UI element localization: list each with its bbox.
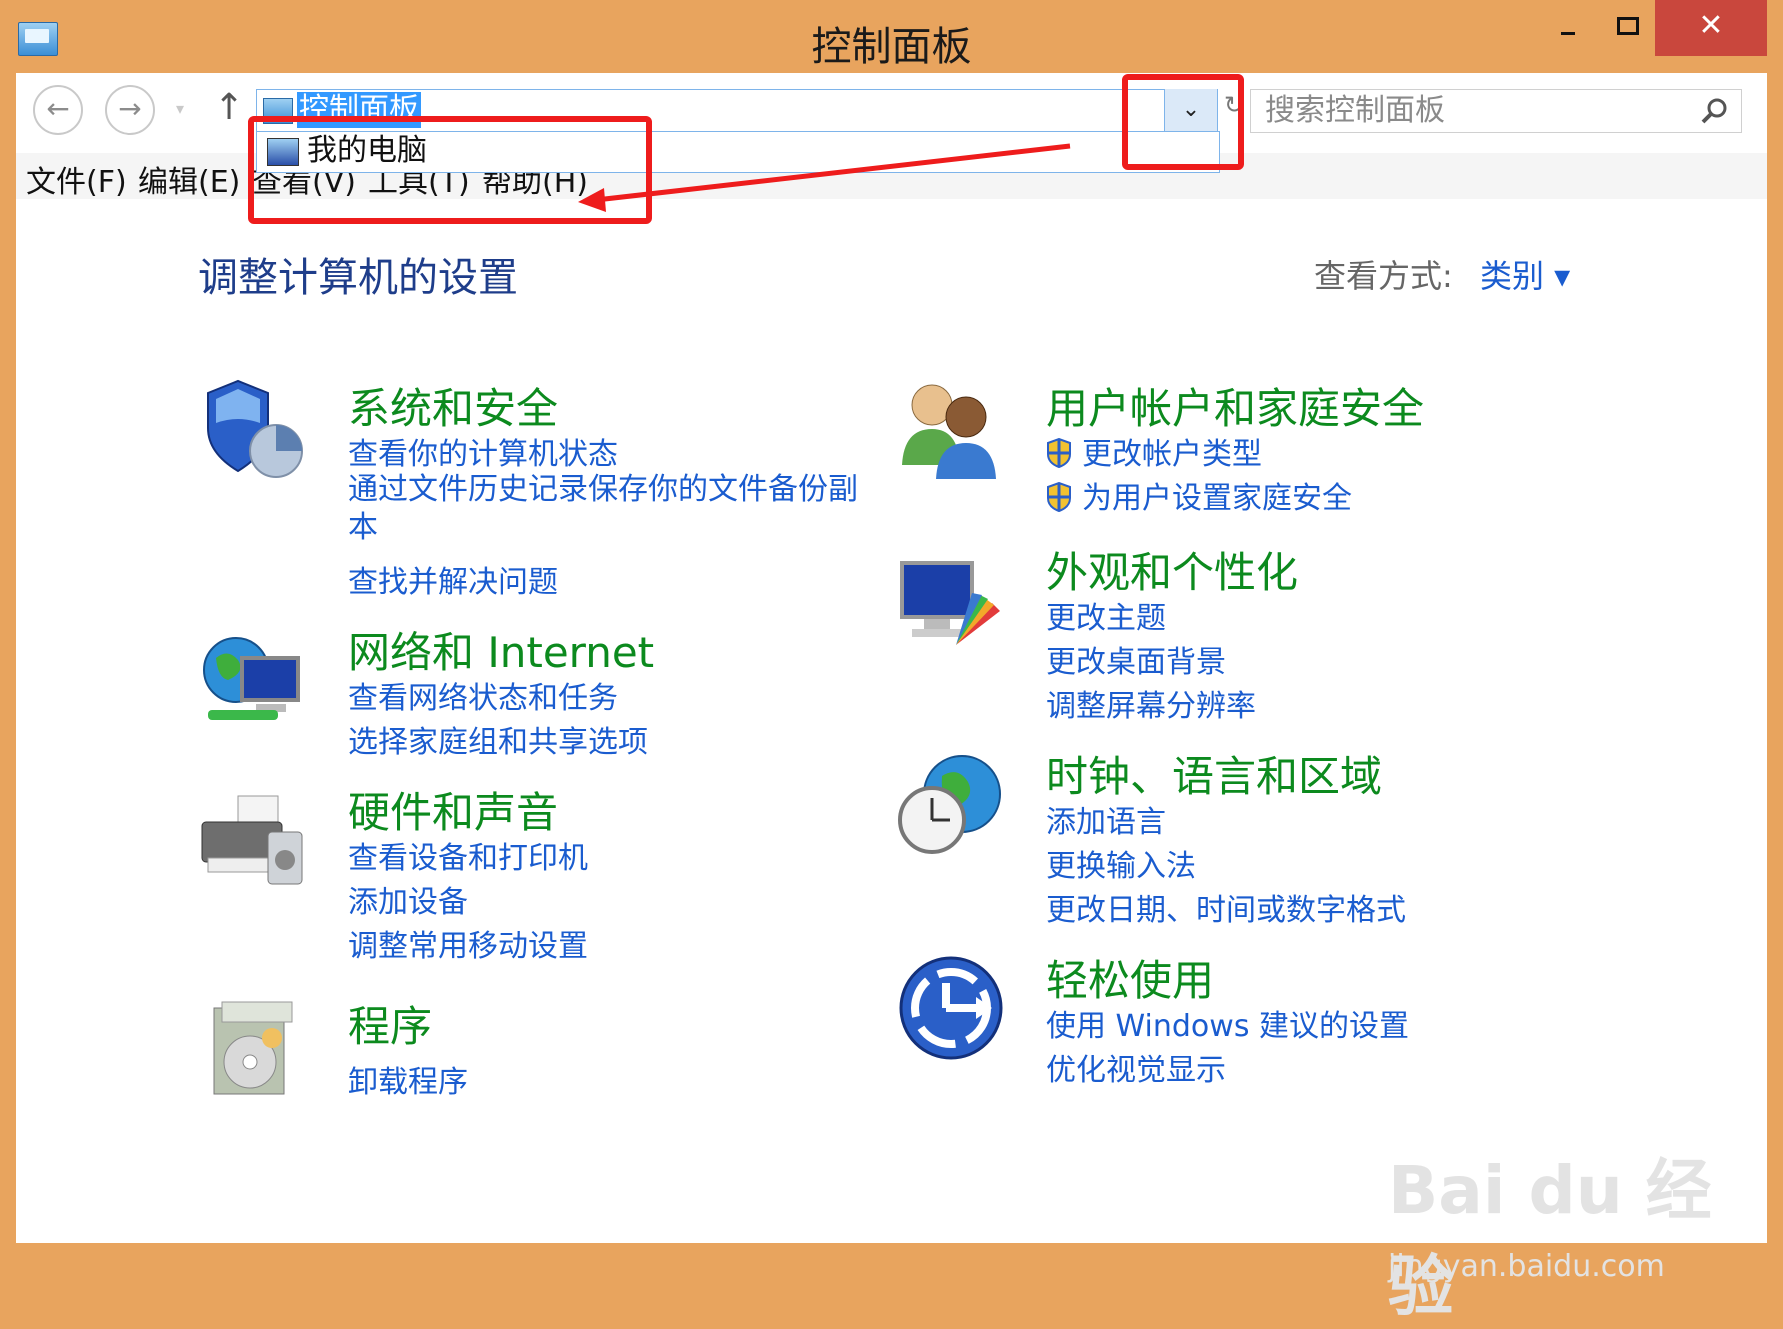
link-optimize-visual-display[interactable]: 优化视觉显示 <box>1046 1045 1226 1089</box>
maximize-button[interactable] <box>1598 0 1658 56</box>
uac-shield-icon <box>1047 482 1071 512</box>
clock-globe-icon[interactable] <box>896 748 1006 858</box>
forward-button[interactable]: → <box>105 85 155 135</box>
view-by-label: 查看方式: <box>1314 257 1453 295</box>
page-heading: 调整计算机的设置 <box>198 255 518 301</box>
category-system-security[interactable]: 系统和安全 <box>348 375 558 436</box>
category-appearance[interactable]: 外观和个性化 <box>1046 539 1298 600</box>
appearance-icon[interactable] <box>896 553 1006 663</box>
search-icon[interactable] <box>1699 96 1729 126</box>
link-uninstall-program[interactable]: 卸载程序 <box>348 1057 468 1101</box>
search-placeholder: 搜索控制面板 <box>1265 93 1445 128</box>
printer-icon[interactable] <box>198 788 308 898</box>
link-screen-resolution[interactable]: 调整屏幕分辨率 <box>1046 681 1256 725</box>
link-windows-suggested-settings[interactable]: 使用 Windows 建议的设置 <box>1046 1001 1409 1045</box>
category-user-accounts[interactable]: 用户帐户和家庭安全 <box>1046 375 1424 436</box>
category-programs[interactable]: 程序 <box>348 993 432 1054</box>
link-mobility-settings[interactable]: 调整常用移动设置 <box>348 921 588 965</box>
menu-file[interactable]: 文件(F) <box>26 157 127 201</box>
link-view-computer-status[interactable]: 查看你的计算机状态 <box>348 429 618 473</box>
maximize-icon <box>1617 17 1639 35</box>
back-button[interactable]: ← <box>33 85 83 135</box>
up-button[interactable]: ↑ <box>214 87 244 128</box>
link-devices-printers[interactable]: 查看设备和打印机 <box>348 833 588 877</box>
category-hardware-sound[interactable]: 硬件和声音 <box>348 779 558 840</box>
minimize-button[interactable] <box>1538 0 1598 56</box>
link-change-date-time-format[interactable]: 更改日期、时间或数字格式 <box>1046 885 1406 929</box>
baidu-watermark-url: jingyan.baidu.com <box>1388 1249 1665 1284</box>
link-change-account-type-label: 更改帐户类型 <box>1082 437 1262 472</box>
annotation-box-popup <box>248 116 652 224</box>
search-box[interactable]: 搜索控制面板 <box>1250 89 1742 133</box>
title-bar[interactable]: 控制面板 ✕ <box>0 0 1783 73</box>
category-ease-of-access[interactable]: 轻松使用 <box>1046 947 1214 1008</box>
link-change-account-type[interactable]: 更改帐户类型 <box>1046 429 1262 473</box>
link-troubleshoot[interactable]: 查找并解决问题 <box>348 557 558 601</box>
link-add-language[interactable]: 添加语言 <box>1046 797 1166 841</box>
link-network-status[interactable]: 查看网络状态和任务 <box>348 673 618 717</box>
client-area: ← → ▾ ↑ 控制面板 ⌄ ↻ 搜索控制面板 文件(F) 编辑(E) 查看(V… <box>16 73 1767 1325</box>
link-change-theme[interactable]: 更改主题 <box>1046 593 1166 637</box>
link-change-desktop-background[interactable]: 更改桌面背景 <box>1046 637 1226 681</box>
annotation-box-dropdown <box>1122 74 1244 170</box>
minimize-icon <box>1561 32 1575 35</box>
link-family-safety-label: 为用户设置家庭安全 <box>1082 481 1352 516</box>
users-icon[interactable] <box>896 373 1006 483</box>
link-homegroup-sharing[interactable]: 选择家庭组和共享选项 <box>348 717 648 761</box>
category-clock-language-region[interactable]: 时钟、语言和区域 <box>1046 743 1382 804</box>
link-family-safety[interactable]: 为用户设置家庭安全 <box>1046 473 1352 517</box>
link-file-history-backup[interactable]: 通过文件历史记录保存你的文件备份副本 <box>348 471 868 547</box>
close-button[interactable]: ✕ <box>1655 0 1767 56</box>
link-change-input-method[interactable]: 更换输入法 <box>1046 841 1196 885</box>
control-panel-window: 控制面板 ✕ ← → ▾ ↑ 控制面板 ⌄ ↻ 搜索控制面板 文件(F) 编辑(… <box>0 0 1783 1325</box>
programs-icon[interactable] <box>198 998 308 1108</box>
recent-locations-dropdown[interactable]: ▾ <box>176 99 184 118</box>
link-add-device[interactable]: 添加设备 <box>348 877 468 921</box>
uac-shield-icon <box>1047 438 1071 468</box>
menu-edit[interactable]: 编辑(E) <box>138 157 240 201</box>
category-network-internet[interactable]: 网络和 Internet <box>348 619 654 680</box>
window-title: 控制面板 <box>811 24 972 70</box>
ease-of-access-icon[interactable] <box>896 953 1006 1063</box>
baidu-watermark: Bai du 经验 <box>1388 1152 1712 1325</box>
shield-icon[interactable] <box>198 373 308 483</box>
view-by-dropdown[interactable]: 类别 ▾ <box>1480 251 1570 297</box>
network-icon[interactable] <box>198 628 308 738</box>
